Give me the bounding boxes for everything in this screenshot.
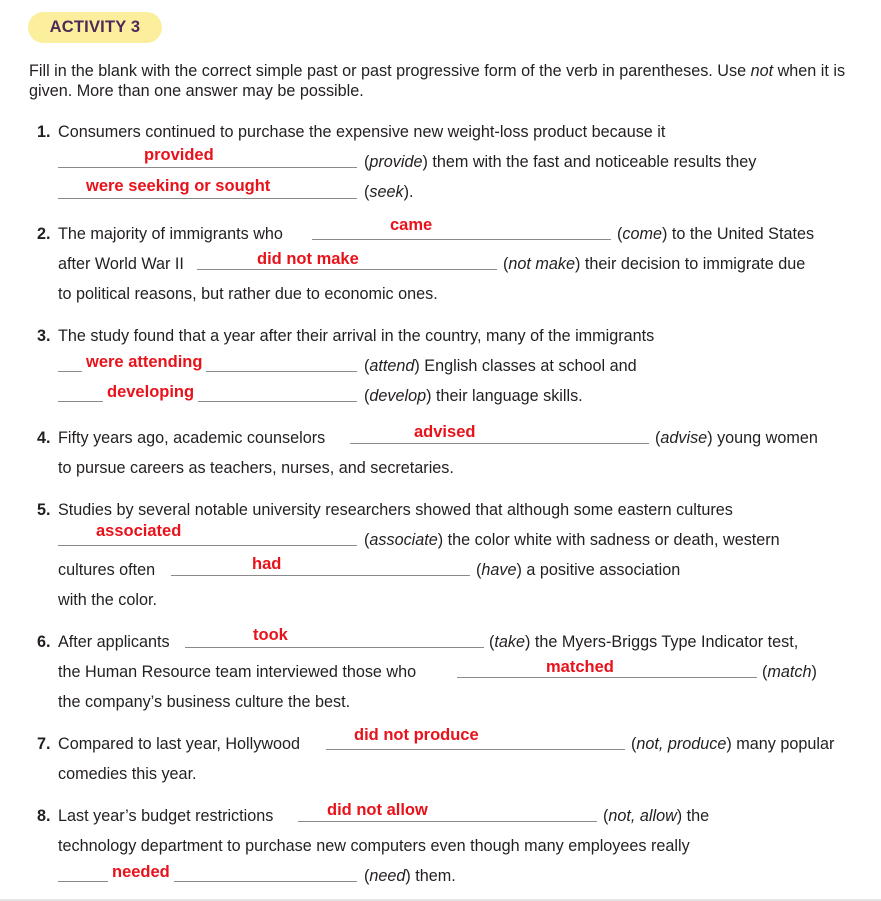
sentence-text: (associate) the color white with sadness… [364, 531, 780, 549]
answer-text: were attending [82, 352, 207, 372]
sentence-text: After applicants [58, 633, 170, 651]
answer-blank[interactable] [58, 167, 357, 168]
sentence-text: Studies by several notable university re… [58, 501, 733, 519]
item-number: 1. [37, 123, 51, 141]
sentence-text: (attend) English classes at school and [364, 357, 637, 375]
sentence-text: (not make) their decision to immigrate d… [503, 255, 806, 273]
sentence-text: (take) the Myers-Briggs Type Indicator t… [489, 633, 799, 651]
item-number: 6. [37, 633, 51, 651]
sentence-text: with the color. [58, 591, 157, 609]
sentence-text: after World War II [58, 255, 184, 273]
answer-text: came [386, 215, 437, 235]
answer-blank[interactable] [326, 749, 625, 750]
sentence-text: (not, allow) the [603, 807, 710, 825]
sentence-text: the company’s business culture the best. [58, 693, 351, 711]
answer-blank[interactable] [171, 575, 470, 576]
sentence-text: cultures often [58, 561, 156, 579]
answer-text: developing [103, 382, 199, 402]
sentence-text: (provide) them with the fast and noticea… [364, 153, 757, 171]
sentence-text: the Human Resource team interviewed thos… [58, 663, 417, 681]
answer-text: had [248, 554, 286, 574]
sentence-text: technology department to purchase new co… [58, 837, 690, 855]
answer-blank[interactable] [58, 881, 357, 882]
answer-text: took [249, 625, 292, 645]
sentence-text: (not, produce) many popular [631, 735, 835, 753]
sentence-text: (need) them. [364, 867, 456, 885]
sentence-text: Last year’s budget restrictions [58, 807, 274, 825]
sentence-text: to pursue careers as teachers, nurses, a… [58, 459, 454, 477]
answer-blank[interactable] [312, 239, 611, 240]
item-number: 5. [37, 501, 51, 519]
instructions: Fill in the blank with the correct simpl… [29, 62, 846, 100]
sentence-text: The majority of immigrants who [58, 225, 283, 243]
item-number: 3. [37, 327, 51, 345]
sentence-text: Consumers continued to purchase the expe… [58, 123, 666, 141]
item-number: 8. [37, 807, 51, 825]
answer-text: advised [410, 422, 480, 442]
sentence-text: (match) [762, 663, 817, 681]
answer-blank[interactable] [350, 443, 649, 444]
answer-text: needed [108, 862, 174, 882]
answer-blank[interactable] [58, 198, 357, 199]
activity-badge: ACTIVITY 3 [28, 12, 162, 43]
sentence-text: (come) to the United States [617, 225, 815, 243]
sentence-text: Fifty years ago, academic counselors [58, 429, 326, 447]
answer-blank[interactable] [197, 269, 497, 270]
answer-text: did not allow [323, 800, 432, 820]
sentence-text: Compared to last year, Hollywood [58, 735, 301, 753]
sentence-text: (have) a positive association [476, 561, 681, 579]
sentence-text: (advise) young women [655, 429, 818, 447]
answer-text: did not produce [350, 725, 483, 745]
sentence-text: to political reasons, but rather due to … [58, 285, 438, 303]
sentence-text: The study found that a year after their … [58, 327, 655, 345]
answer-blank[interactable] [58, 545, 357, 546]
answer-blank[interactable] [185, 647, 484, 648]
sentence-text: (seek). [364, 183, 414, 201]
item-number: 2. [37, 225, 51, 243]
sentence-text: (develop) their language skills. [364, 387, 583, 405]
item-number: 4. [37, 429, 51, 447]
answer-text: were seeking or sought [82, 176, 275, 196]
answer-text: did not make [253, 249, 363, 269]
answer-blank[interactable] [457, 677, 757, 678]
sentence-text: comedies this year. [58, 765, 197, 783]
answer-text: associated [92, 521, 186, 541]
answer-text: provided [140, 145, 218, 165]
answer-text: matched [542, 657, 618, 677]
item-number: 7. [37, 735, 51, 753]
answer-blank[interactable] [298, 821, 597, 822]
